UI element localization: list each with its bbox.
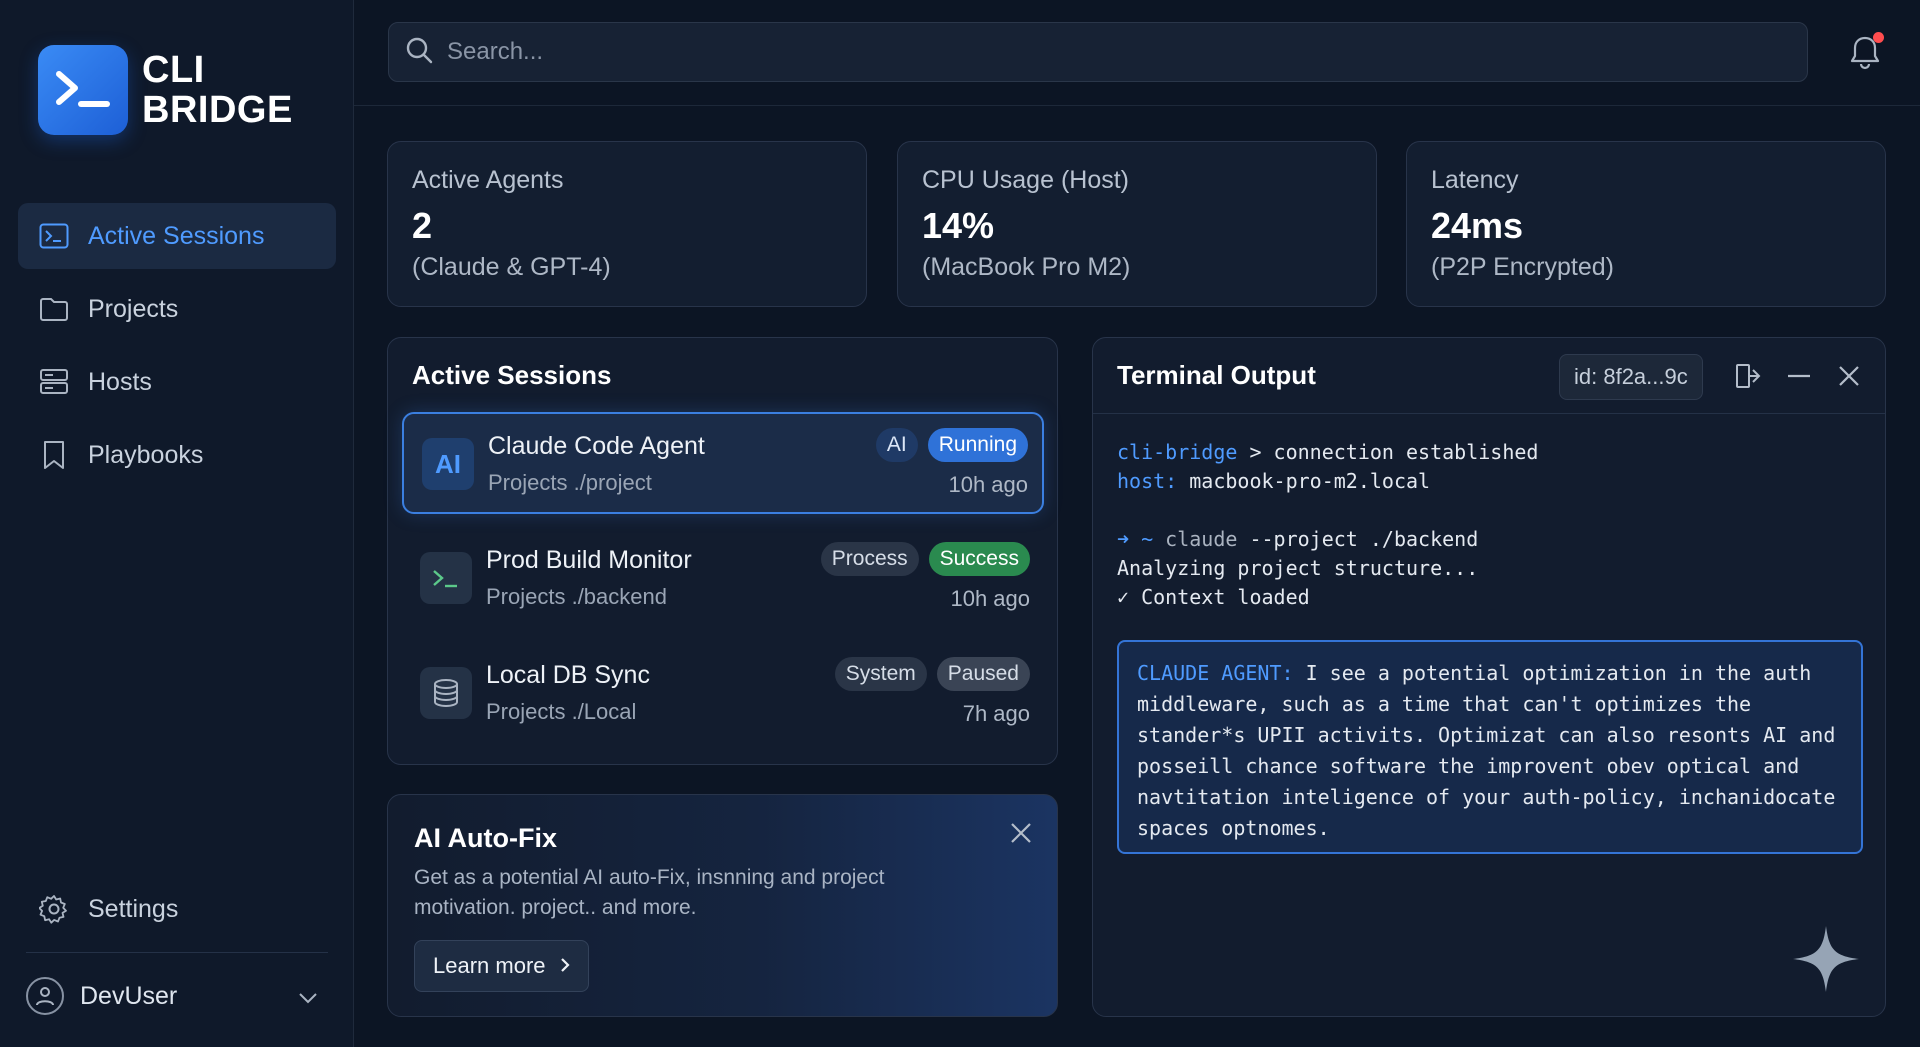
settings-section: Settings xyxy=(18,876,336,949)
session-time: 10h ago xyxy=(948,472,1028,497)
session-time: 10h ago xyxy=(950,586,1030,611)
terminal-log: cli-bridge > connection established host… xyxy=(1117,438,1857,612)
session-time: 7h ago xyxy=(962,701,1030,726)
terminal-spacer xyxy=(1117,496,1857,525)
active-sessions-panel: Active Sessions AI Claude Code Agent Pro… xyxy=(387,337,1058,765)
terminal-line: Analyzing project structure... xyxy=(1117,556,1479,580)
sidebar-item-hosts[interactable]: Hosts xyxy=(18,349,336,415)
minimize-icon[interactable] xyxy=(1785,362,1813,390)
gear-icon xyxy=(38,893,70,925)
agent-message: CLAUDE AGENT: I see a potential optimiza… xyxy=(1117,640,1863,854)
database-icon xyxy=(420,667,472,719)
session-item[interactable]: Local DB Sync Projects ./Local System Pa… xyxy=(402,643,1044,745)
ai-agent-icon: AI xyxy=(422,438,474,490)
search-input[interactable] xyxy=(447,38,1747,66)
session-name: Claude Code Agent xyxy=(488,432,705,460)
chevron-right-icon xyxy=(560,953,570,979)
terminal-output-panel: Terminal Output id: 8f2a...9c cli-bridge… xyxy=(1092,337,1886,1017)
search-icon xyxy=(405,36,433,69)
session-path: Projects ./project xyxy=(488,470,652,495)
session-badges: System Paused xyxy=(834,657,1030,691)
detach-icon[interactable] xyxy=(1735,362,1763,390)
status-badge: Success xyxy=(928,542,1030,576)
session-name: Prod Build Monitor xyxy=(486,546,692,574)
type-badge: System xyxy=(834,657,927,691)
stat-value: 14% xyxy=(922,205,995,246)
user-menu[interactable]: DevUser xyxy=(26,966,328,1026)
sidebar: CLI BRIDGE Active Sessions Projects Host… xyxy=(0,0,354,1047)
stat-card-latency: Latency 24ms (P2P Encrypted) xyxy=(1406,141,1886,307)
sparkle-icon[interactable] xyxy=(1791,924,1861,994)
type-badge: Process xyxy=(820,542,919,576)
session-item[interactable]: AI Claude Code Agent Projects ./project … xyxy=(402,412,1044,514)
autofix-description: Get as a potential AI auto-Fix, insnning… xyxy=(414,866,885,919)
session-badges: AI Running xyxy=(875,428,1028,462)
panel-title: Active Sessions xyxy=(412,360,612,390)
server-icon xyxy=(38,366,70,398)
agent-tag: CLAUDE AGENT: xyxy=(1137,661,1294,685)
app-logo[interactable]: CLI BRIDGE xyxy=(38,45,293,135)
sidebar-item-playbooks[interactable]: Playbooks xyxy=(18,422,336,488)
session-badges: Process Success xyxy=(820,542,1030,576)
terminal-icon xyxy=(38,220,70,252)
sidebar-item-label: Playbooks xyxy=(88,440,204,469)
stat-card-active-agents: Active Agents 2 (Claude & GPT-4) xyxy=(387,141,867,307)
learn-more-button[interactable]: Learn more xyxy=(414,940,589,992)
stat-subtext: (P2P Encrypted) xyxy=(1431,253,1614,281)
agent-text: I see a potential optimization in the au… xyxy=(1137,661,1836,840)
session-path: Projects ./backend xyxy=(486,584,667,609)
close-icon[interactable] xyxy=(1835,362,1863,390)
terminal-prompt-icon xyxy=(420,552,472,604)
sidebar-nav: Active Sessions Projects Hosts Playbooks xyxy=(18,203,336,495)
terminal-logo-icon xyxy=(38,45,128,135)
terminal-line: ➜ ~ claude --project ./backend xyxy=(1117,527,1479,551)
terminal-line: ✓ Context loaded xyxy=(1117,585,1310,609)
type-badge: AI xyxy=(875,428,918,462)
notification-bell-icon[interactable] xyxy=(1848,32,1884,70)
close-icon[interactable] xyxy=(1009,821,1033,845)
user-name: DevUser xyxy=(80,981,178,1010)
chevron-down-icon[interactable] xyxy=(298,982,318,1011)
top-bar xyxy=(354,0,1920,106)
status-badge: Running xyxy=(927,428,1028,462)
stat-label: CPU Usage (Host) xyxy=(922,166,1129,194)
folder-icon xyxy=(38,293,70,325)
stat-subtext: (Claude & GPT-4) xyxy=(412,253,611,281)
stat-label: Active Agents xyxy=(412,166,564,194)
terminal-header: Terminal Output id: 8f2a...9c xyxy=(1093,338,1885,414)
session-path: Projects ./Local xyxy=(486,699,637,724)
session-item[interactable]: Prod Build Monitor Projects ./backend Pr… xyxy=(402,528,1044,630)
session-id-badge[interactable]: id: 8f2a...9c xyxy=(1559,354,1703,400)
terminal-line: host: macbook-pro-m2.local xyxy=(1117,469,1431,493)
sidebar-item-label: Active Sessions xyxy=(88,221,265,250)
session-name: Local DB Sync xyxy=(486,661,650,689)
app-name: CLI BRIDGE xyxy=(142,49,293,131)
terminal-line: cli-bridge > connection established xyxy=(1117,440,1539,464)
terminal-title: Terminal Output xyxy=(1117,360,1316,390)
user-avatar-icon xyxy=(26,977,64,1015)
sidebar-item-active-sessions[interactable]: Active Sessions xyxy=(18,203,336,269)
stat-label: Latency xyxy=(1431,166,1519,194)
sidebar-item-projects[interactable]: Projects xyxy=(18,276,336,342)
stat-subtext: (MacBook Pro M2) xyxy=(922,253,1131,281)
sidebar-item-settings[interactable]: Settings xyxy=(18,876,336,942)
autofix-title: AI Auto-Fix xyxy=(414,823,557,853)
button-label: Learn more xyxy=(433,953,546,978)
stat-card-cpu-usage: CPU Usage (Host) 14% (MacBook Pro M2) xyxy=(897,141,1377,307)
bookmark-icon xyxy=(38,439,70,471)
status-badge: Paused xyxy=(936,657,1030,691)
sidebar-item-label: Settings xyxy=(88,894,179,923)
ai-autofix-card: AI Auto-Fix Get as a potential AI auto-F… xyxy=(387,794,1058,1017)
sidebar-divider xyxy=(26,952,328,953)
notification-dot xyxy=(1873,32,1884,43)
sidebar-item-label: Projects xyxy=(88,294,179,323)
stat-value: 24ms xyxy=(1431,205,1524,246)
sidebar-item-label: Hosts xyxy=(88,367,152,396)
search-bar xyxy=(388,22,1808,82)
stat-value: 2 xyxy=(412,205,433,246)
